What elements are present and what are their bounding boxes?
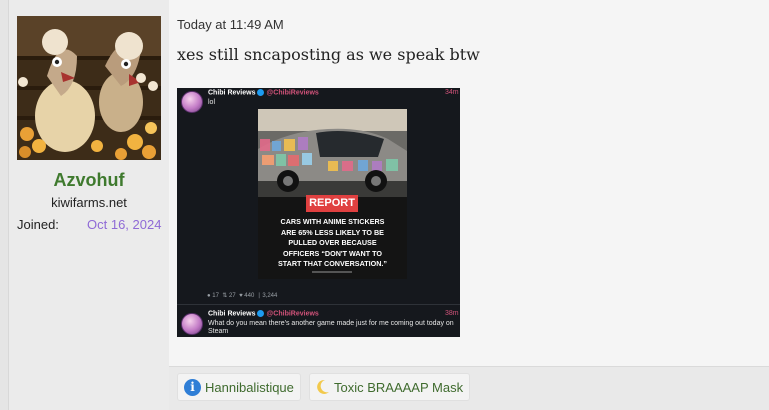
user-avatar[interactable] — [17, 16, 161, 160]
post-main: Today at 11:49 AM xes still sncaposting … — [169, 0, 769, 410]
tweet-author-name: Chibi Reviews — [208, 89, 256, 97]
meme-image: REPORT CARS WITH ANIME STICKERS ARE 65% … — [258, 109, 407, 279]
meme-watermark — [312, 271, 352, 273]
reaction-hannibalistique[interactable]: i Hannibalistique — [177, 373, 301, 401]
report-badge: REPORT — [306, 195, 358, 212]
tweet-avatar — [181, 91, 203, 113]
tweet-time: 38m — [445, 310, 459, 317]
car-photo — [258, 109, 407, 197]
meme-caption-line: CARS WITH ANIME STICKERS — [280, 217, 385, 226]
crescent-moon-icon — [317, 379, 329, 394]
user-pane: Azvohuf kiwifarms.net Joined: Oct 16, 20… — [9, 0, 169, 410]
reactions-bar: i Hannibalistique Toxic BRAAAAP Mask — [169, 366, 769, 410]
tweet-author-name: Chibi Reviews — [208, 310, 256, 318]
embedded-image[interactable]: Chibi Reviews @ChibiReviews 34m lol REPO… — [177, 88, 460, 337]
avatar-image — [17, 16, 161, 160]
like-icon: ♥ — [239, 293, 243, 299]
retweet-icon: ⇅ — [222, 293, 228, 299]
like-count: 440 — [244, 293, 255, 299]
views-count: 3,244 — [262, 293, 278, 299]
tweet-author-row: Chibi Reviews @ChibiReviews — [208, 310, 319, 317]
post-timestamp[interactable]: Today at 11:49 AM — [177, 17, 284, 32]
username-link[interactable]: Azvohuf — [9, 170, 169, 191]
tweet-text: lol — [208, 99, 216, 106]
reaction-toxic-braaaap-mask[interactable]: Toxic BRAAAAP Mask — [309, 373, 471, 401]
meme-caption: CARS WITH ANIME STICKERS ARE 65% LESS LI… — [262, 217, 403, 270]
info-icon: i — [184, 378, 201, 396]
meme-caption-line: OFFICERS “DON'T WANT TO — [282, 248, 382, 258]
tweet-author-row: Chibi Reviews @ChibiReviews — [208, 89, 319, 96]
verified-badge-icon — [257, 310, 265, 317]
tweet-time: 34m — [445, 89, 459, 96]
meme-caption-line: PULLED OVER BECAUSE — [288, 238, 377, 247]
tweet-divider — [177, 304, 460, 305]
forum-post: Azvohuf kiwifarms.net Joined: Oct 16, 20… — [8, 0, 769, 410]
joined-label: Joined: — [17, 217, 59, 232]
tweet-handle: @ChibiReviews — [266, 89, 319, 97]
tweet-text: Steam — [208, 328, 229, 335]
reply-icon: ● — [207, 293, 211, 299]
tweet-handle: @ChibiReviews — [266, 310, 319, 318]
joined-date: Oct 16, 2024 — [87, 217, 162, 232]
retweet-count: 27 — [229, 293, 236, 299]
reaction-label: Hannibalistique — [205, 379, 294, 395]
reaction-label: Toxic BRAAAAP Mask — [334, 379, 464, 395]
meme-caption-line: START THAT CONVERSATION.” — [277, 259, 387, 268]
verified-badge-icon — [257, 89, 265, 96]
reply-count: 17 — [212, 293, 219, 299]
tweet-stats: ● 17 ⇅ 27 ♥ 440 ∣ 3,244 — [207, 292, 277, 299]
user-title: kiwifarms.net — [51, 195, 127, 210]
meme-caption-line: ARE 65% LESS LIKELY TO BE — [281, 227, 384, 237]
tweet-avatar — [181, 313, 203, 335]
tweet-text: What do you mean there's another game ma… — [208, 320, 454, 327]
post-message: xes still sncaposting as we speak btw — [177, 45, 480, 64]
views-icon: ∣ — [257, 293, 261, 299]
